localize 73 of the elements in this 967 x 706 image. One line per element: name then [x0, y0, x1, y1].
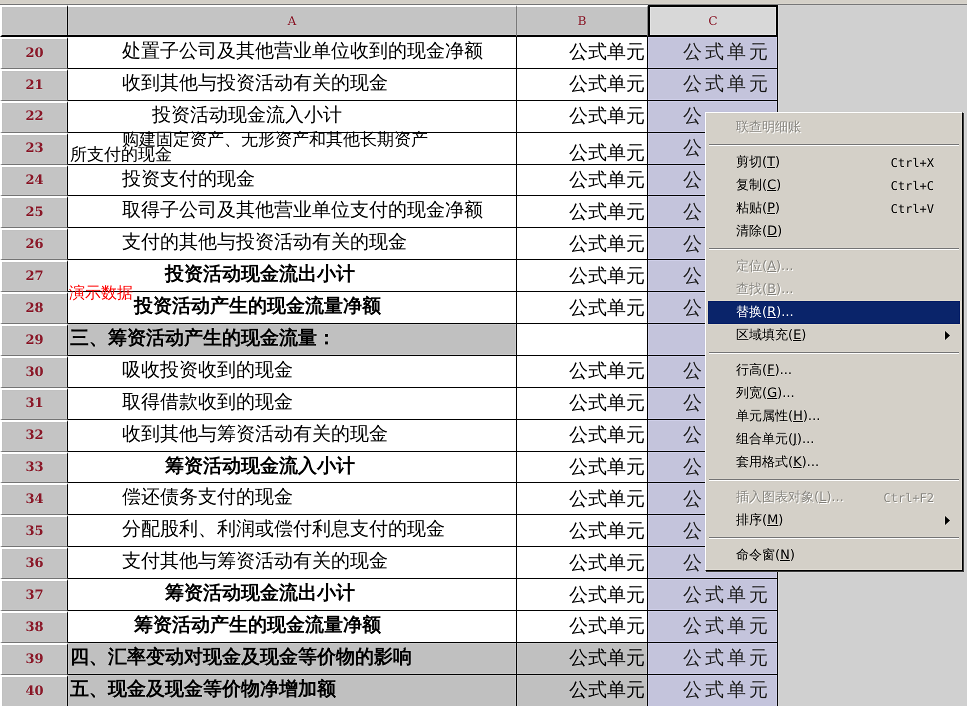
- table-cell: 公式单元: [648, 68, 778, 101]
- table-cell: 公式单元: [648, 611, 778, 643]
- table-cell: 取得子公司及其他营业单位支付的现金净额: [68, 196, 517, 228]
- table-cell: 公式单元: [648, 674, 778, 706]
- table-cell: 收到其他与筹资活动有关的现金: [68, 420, 517, 452]
- row-number[interactable]: 25: [0, 196, 68, 228]
- table-cell: 取得借款收到的现金: [68, 388, 517, 420]
- table-cell: 公式单元: [517, 420, 648, 452]
- table-cell: 公式单元: [517, 452, 648, 484]
- table-cell: 偿还债务支付的现金: [68, 483, 517, 516]
- row-number[interactable]: 20: [0, 37, 68, 69]
- menu-item[interactable]: 区域填充(E): [708, 324, 960, 347]
- table-cell: 公式单元: [517, 611, 648, 643]
- table-cell: 公式单元: [648, 642, 778, 675]
- table-cell: 五、现金及现金等价物净增加额: [68, 674, 517, 706]
- menu-item[interactable]: 替换(R)...: [708, 301, 960, 324]
- table-cell: 吸收投资收到的现金: [68, 356, 517, 388]
- table-cell: 公式单元: [517, 642, 648, 675]
- table-cell: 支付的其他与投资活动有关的现金: [68, 228, 517, 260]
- row-number[interactable]: 33: [0, 452, 68, 484]
- table-cell: 筹资活动现金流出小计: [68, 579, 517, 612]
- table-cell: 四、汇率变动对现金及现金等价物的影响: [68, 642, 517, 675]
- table-cell: 分配股利、利润或偿付利息支付的现金: [68, 515, 517, 548]
- table-cell: 公式单元: [648, 37, 778, 69]
- table-cell: 公式单元: [517, 515, 648, 548]
- table-cell: 公式单元: [517, 37, 648, 69]
- table-cell: 公式单元: [517, 356, 648, 388]
- row-number[interactable]: 35: [0, 515, 68, 548]
- table-cell: 公式单元: [517, 292, 648, 324]
- table-cell: 筹资活动产生的现金流量净额: [68, 611, 517, 643]
- row-number[interactable]: 26: [0, 228, 68, 260]
- row-number[interactable]: 28: [0, 292, 68, 324]
- table-cell: 公式单元: [517, 260, 648, 292]
- table-cell: 三、筹资活动产生的现金流量：: [68, 324, 517, 356]
- submenu-arrow-icon: [945, 331, 950, 340]
- row-number[interactable]: 24: [0, 164, 68, 196]
- row-number[interactable]: 21: [0, 68, 68, 101]
- table-cell: 公式单元: [517, 674, 648, 706]
- table-cell: 公式单元: [517, 68, 648, 101]
- row-number[interactable]: 40: [0, 674, 68, 706]
- table-cell: 公式单元: [517, 483, 648, 516]
- column-header[interactable]: A: [68, 5, 517, 37]
- row-number[interactable]: 23: [0, 132, 68, 165]
- table-cell: 支付其他与筹资活动有关的现金: [68, 547, 517, 580]
- corner-header[interactable]: [0, 5, 68, 37]
- row-number[interactable]: 22: [0, 100, 68, 133]
- row-number[interactable]: 34: [0, 483, 68, 516]
- row-number[interactable]: 29: [0, 324, 68, 356]
- row-number[interactable]: 39: [0, 642, 68, 675]
- table-cell: 公式单元: [517, 100, 648, 133]
- row-number[interactable]: 30: [0, 356, 68, 388]
- table-cell: 公式单元: [517, 196, 648, 228]
- table-cell: 收到其他与投资活动有关的现金: [68, 68, 517, 101]
- row-number[interactable]: 36: [0, 547, 68, 580]
- table-cell: 公式单元: [517, 579, 648, 612]
- table-cell: 公式单元: [517, 388, 648, 420]
- table-cell: 投资支付的现金: [68, 164, 517, 196]
- table-cell: 投资活动现金流入小计: [68, 100, 517, 133]
- table-cell: 公式单元: [517, 164, 648, 196]
- column-header[interactable]: C: [648, 5, 778, 37]
- column-header[interactable]: B: [517, 5, 648, 37]
- row-number[interactable]: 32: [0, 420, 68, 452]
- table-cell: 处置子公司及其他营业单位收到的现金净额: [68, 37, 517, 69]
- submenu-arrow-icon: [945, 516, 950, 525]
- table-cell: 筹资活动现金流入小计: [68, 452, 517, 484]
- table-cell: 公式单元: [648, 579, 778, 612]
- row-number[interactable]: 37: [0, 579, 68, 612]
- table-cell: 公式单元: [517, 547, 648, 580]
- row-number[interactable]: 31: [0, 388, 68, 420]
- row-number[interactable]: 27: [0, 260, 68, 292]
- table-cell: 公式单元: [517, 132, 648, 165]
- table-cell: 公式单元: [517, 228, 648, 260]
- row-number[interactable]: 38: [0, 611, 68, 643]
